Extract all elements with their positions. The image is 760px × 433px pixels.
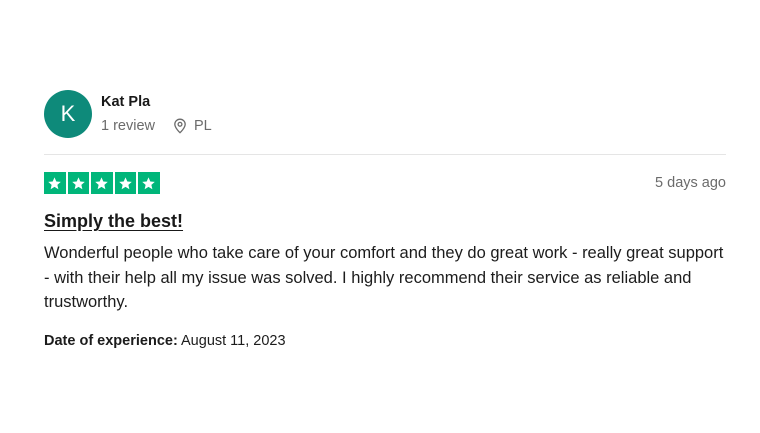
rating-row: 5 days ago [44,171,726,195]
review-title[interactable]: Simply the best! [44,209,183,233]
location-code: PL [194,118,212,134]
review-body: Wonderful people who take care of your c… [44,244,724,311]
review-card: K Kat Pla 1 review PL 5 days ago Simply … [44,88,726,351]
map-pin-icon [173,118,187,134]
review-count: 1 review [101,118,155,134]
review-date: 5 days ago [655,175,726,191]
date-of-experience: Date of experience: August 11, 2023 [44,331,726,351]
star-icon [91,172,113,194]
consumer-meta: 1 review PL [101,116,212,136]
divider [44,154,726,155]
star-rating [44,172,160,194]
star-icon [67,172,89,194]
star-icon [138,172,160,194]
consumer-name[interactable]: Kat Pla [101,92,212,112]
consumer-details: Kat Pla 1 review PL [101,92,212,136]
star-icon [114,172,136,194]
consumer-location: PL [173,116,212,136]
consumer-info[interactable]: K Kat Pla 1 review PL [44,88,726,140]
experience-label: Date of experience: [44,332,178,349]
experience-date: August 11, 2023 [181,332,286,349]
avatar-initial: K [60,101,76,126]
star-icon [44,172,66,194]
avatar[interactable]: K [44,90,92,138]
